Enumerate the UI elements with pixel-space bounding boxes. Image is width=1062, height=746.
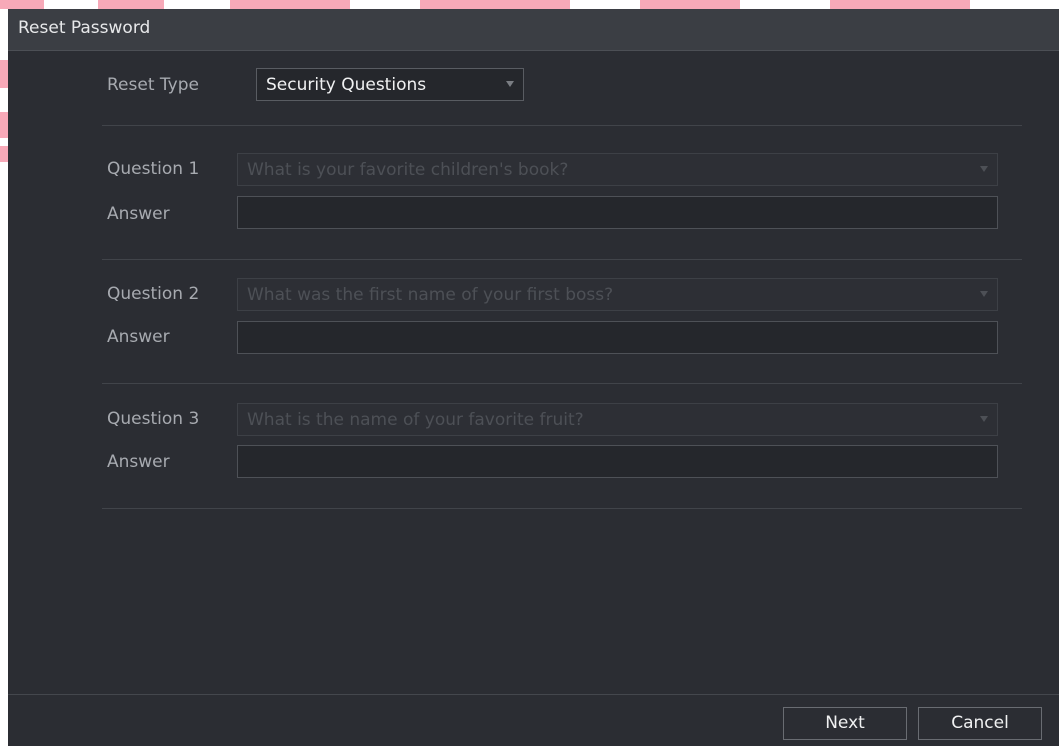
chevron-down-icon	[980, 291, 988, 297]
reset-type-value: Security Questions	[266, 75, 427, 95]
section-divider	[102, 508, 1022, 509]
watermark-shape	[0, 146, 8, 162]
question-2-value: What was the first name of your first bo…	[247, 285, 614, 305]
question-2-select[interactable]: What was the first name of your first bo…	[237, 278, 998, 311]
watermark-shape	[830, 0, 970, 9]
question-3-select[interactable]: What is the name of your favorite fruit?	[237, 403, 998, 436]
watermark-shape	[0, 112, 8, 138]
title-bar: Reset Password	[8, 9, 1059, 51]
footer-divider	[8, 694, 1059, 695]
reset-type-label: Reset Type	[107, 75, 199, 95]
answer-3-label: Answer	[107, 452, 170, 472]
watermark-shape	[420, 0, 570, 9]
section-divider	[102, 383, 1022, 384]
watermark-shape	[0, 60, 8, 88]
watermark-shape	[98, 0, 164, 9]
reset-type-select[interactable]: Security Questions	[256, 68, 524, 101]
section-divider	[102, 125, 1022, 126]
chevron-down-icon	[506, 81, 514, 87]
question-2-label: Question 2	[107, 284, 200, 304]
dialog-title: Reset Password	[18, 18, 151, 38]
answer-1-label: Answer	[107, 204, 170, 224]
question-1-value: What is your favorite children's book?	[247, 160, 569, 180]
question-1-label: Question 1	[107, 159, 200, 179]
answer-2-label: Answer	[107, 327, 170, 347]
reset-password-dialog: Reset Password Reset Type Security Quest…	[8, 9, 1059, 746]
chevron-down-icon	[980, 166, 988, 172]
question-3-value: What is the name of your favorite fruit?	[247, 410, 584, 430]
cancel-button[interactable]: Cancel	[918, 707, 1042, 740]
next-button[interactable]: Next	[783, 707, 907, 740]
answer-3-field[interactable]	[237, 445, 998, 478]
question-3-label: Question 3	[107, 409, 200, 429]
section-divider	[102, 259, 1022, 260]
watermark-shape	[640, 0, 740, 9]
watermark-shape	[230, 0, 350, 9]
answer-2-field[interactable]	[237, 321, 998, 354]
answer-1-field[interactable]	[237, 196, 998, 229]
question-1-select[interactable]: What is your favorite children's book?	[237, 153, 998, 186]
watermark-shape	[0, 0, 44, 9]
chevron-down-icon	[980, 416, 988, 422]
